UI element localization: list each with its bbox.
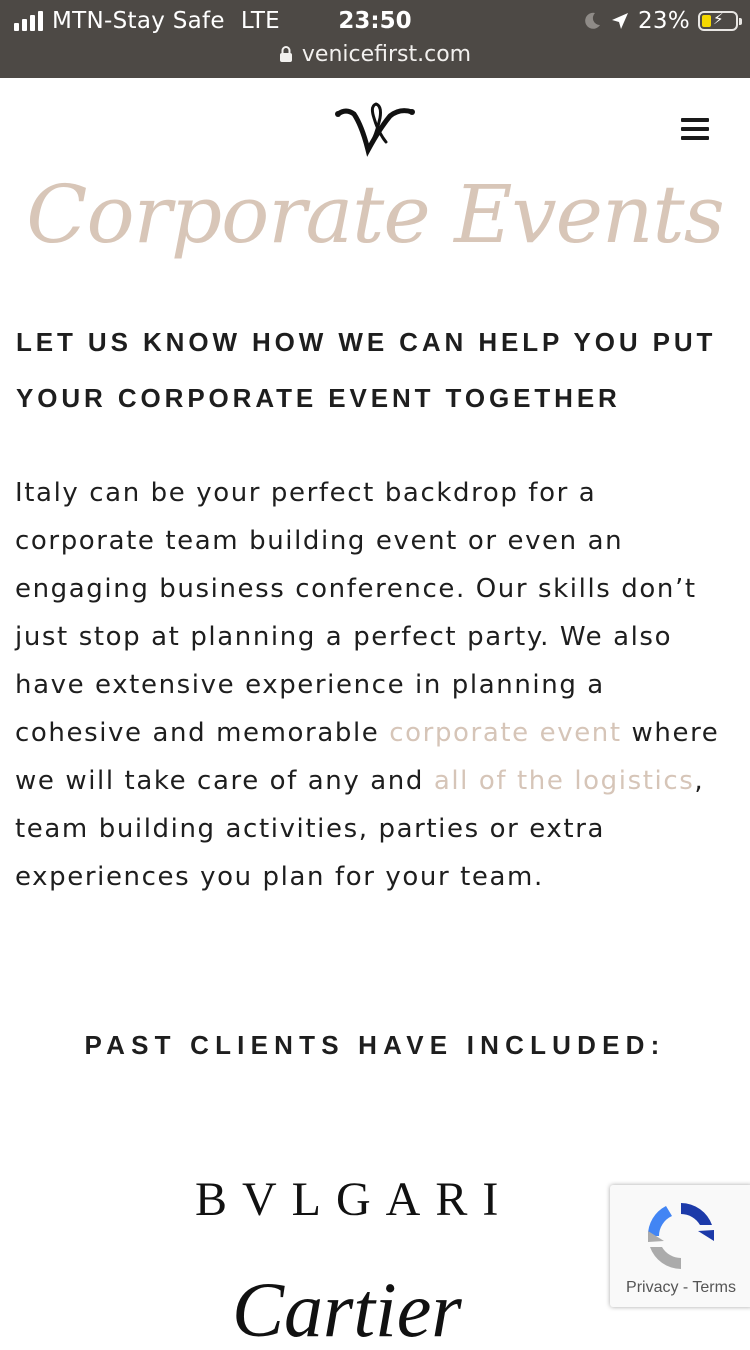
intro-text-1: Italy can be your perfect backdrop for a… [15,478,697,748]
network-type: LTE [240,8,281,34]
heading-line-1: LET US KNOW HOW WE CAN HELP YOU PUT [16,327,717,357]
charging-bolt-icon: ⚡ [713,10,724,28]
link-separator: - [682,1279,689,1296]
recaptcha-links: Privacy - Terms [610,1279,750,1297]
heading-line-2: YOUR CORPORATE EVENT TOGETHER [16,383,621,413]
logistics-link[interactable]: all of the logistics [434,766,695,796]
address-bar[interactable]: venicefirst.com [0,38,750,70]
clients-heading: PAST CLIENTS HAVE INCLUDED: [84,1030,666,1060]
moon-icon [585,12,600,29]
privacy-link[interactable]: Privacy [626,1279,678,1296]
status-right: 23% ⚡ [582,6,742,36]
lock-icon [279,46,292,62]
terms-link[interactable]: Terms [692,1279,736,1296]
status-bar: MTN-Stay Safe LTE 23:50 23% ⚡ venicefirs… [0,0,750,78]
recaptcha-icon [647,1203,714,1269]
section-heading: LET US KNOW HOW WE CAN HELP YOU PUT YOUR… [16,314,736,426]
battery-icon: ⚡ [698,10,742,31]
location-arrow-icon [611,13,628,29]
intro-paragraph: Italy can be your perfect backdrop for a… [15,469,740,901]
signal-icon [14,11,43,31]
status-left: MTN-Stay Safe LTE [14,6,280,36]
vf-monogram-icon[interactable] [328,98,422,162]
corporate-event-link[interactable]: corporate event [389,718,621,748]
bvlgari-logo: BVLGARI [195,1173,514,1226]
battery-percent: 23% [637,8,690,34]
recaptcha-badge[interactable]: Privacy - Terms [610,1185,750,1307]
battery-fill [702,15,711,27]
url-text[interactable]: venicefirst.com [302,42,471,67]
hamburger-menu-icon[interactable] [681,116,711,142]
carrier-name: MTN-Stay Safe [52,8,225,34]
page-title: Corporate Events [26,168,725,261]
cartier-logo: Cartier [232,1270,462,1350]
